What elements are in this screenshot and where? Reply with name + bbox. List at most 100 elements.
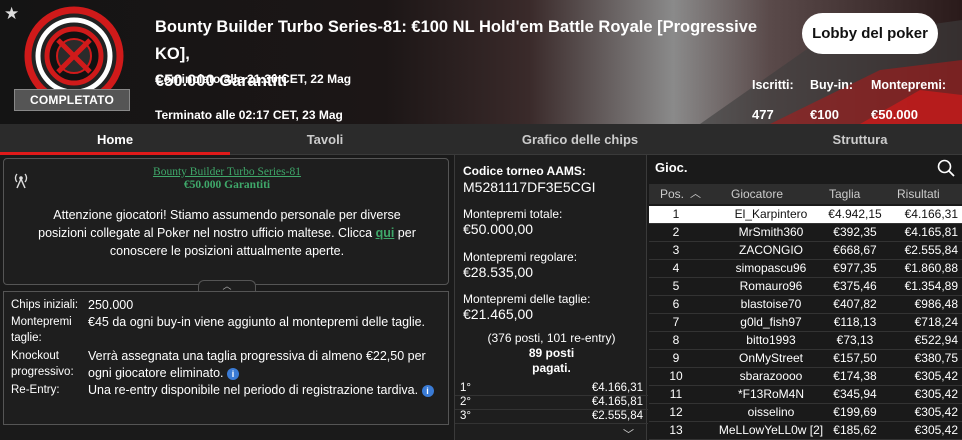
table-row[interactable]: 2 MrSmith360 €392,35 €4.165,81 bbox=[649, 224, 962, 242]
tournament-details: Chips iniziali: 250.000 Montepremi tagli… bbox=[3, 291, 449, 425]
player-result: €380,75 bbox=[914, 351, 958, 365]
regular-prize-label: Montepremi regolare: bbox=[463, 250, 578, 264]
player-bounty: €199,69 bbox=[833, 405, 877, 419]
table-row[interactable]: 4 simopascu96 €977,35 €1.860,88 bbox=[649, 260, 962, 278]
search-icon[interactable] bbox=[937, 159, 955, 177]
player-bounty: €73,13 bbox=[836, 333, 874, 347]
summary-line-2: 89 posti bbox=[528, 346, 575, 360]
aams-code-label: Codice torneo AAMS: bbox=[463, 164, 586, 178]
payout-place: 1° bbox=[460, 382, 471, 394]
table-row[interactable]: 3 ZACONGIO €668,67 €2.555,84 bbox=[649, 242, 962, 260]
tab-structure[interactable]: Struttura bbox=[760, 124, 960, 155]
table-row[interactable]: 13 MeLLowYeLL0w [2] €185,62 €305,42 bbox=[649, 422, 962, 440]
payout-row: 2° €4.165,81 bbox=[455, 396, 648, 410]
player-bounty: €345,94 bbox=[833, 387, 877, 401]
message-text-1: Attenzione giocatori! Stiamo assumendo p… bbox=[38, 208, 401, 240]
player-result: €522,94 bbox=[914, 333, 958, 347]
table-row[interactable]: 7 g0ld_fish97 €118,13 €718,24 bbox=[649, 314, 962, 332]
player-bounty: €185,62 bbox=[833, 423, 877, 437]
ko-info-icon[interactable]: i bbox=[226, 367, 239, 380]
payout-row: 3° €2.555,84 bbox=[455, 410, 648, 424]
tab-home[interactable]: Home bbox=[0, 124, 230, 155]
col-player[interactable]: Giocatore bbox=[731, 187, 783, 201]
table-row[interactable]: 12 oisselino €199,69 €305,42 bbox=[649, 404, 962, 422]
payout-row: 1° €4.166,31 bbox=[455, 382, 648, 396]
entrants-label: Iscritti: bbox=[752, 78, 794, 92]
tournament-header: ★ COMPLETATO Bounty Builder Turbo Series… bbox=[0, 0, 962, 124]
reentry-value: Una re-entry disponibile nel periodo di … bbox=[88, 382, 443, 399]
buyin-label: Buy-in: bbox=[810, 78, 854, 92]
table-row[interactable]: 11 *F13RoM4N €345,94 €305,42 bbox=[649, 386, 962, 404]
player-bounty: €668,67 bbox=[833, 243, 877, 257]
tab-chip-graph[interactable]: Grafico delle chips bbox=[480, 124, 680, 155]
col-position[interactable]: Pos. bbox=[660, 187, 684, 201]
payout-place: 2° bbox=[460, 396, 471, 408]
table-row[interactable]: 8 bitto1993 €73,13 €522,94 bbox=[649, 332, 962, 350]
payout-amount: €2.555,84 bbox=[591, 410, 643, 422]
aams-code-value: M5281117DF3E5CGI bbox=[463, 179, 596, 195]
announcement-box: Bounty Builder Turbo Series-81 €50.000 G… bbox=[3, 158, 450, 292]
scroll-down-chevron-icon[interactable]: ﹀ bbox=[623, 426, 634, 440]
payout-place: 3° bbox=[460, 410, 471, 422]
player-result: €305,42 bbox=[914, 423, 958, 437]
reentry-label: Re-Entry: bbox=[11, 384, 60, 396]
regular-prize-value: €28.535,00 bbox=[463, 264, 534, 280]
payout-summary: (376 posti, 101 re-entry) 89 posti pagat… bbox=[455, 331, 648, 376]
reentry-text: Una re-entry disponibile nel periodo di … bbox=[88, 383, 419, 397]
player-result: €986,48 bbox=[914, 297, 958, 311]
table-row[interactable]: 9 OnMyStreet €157,50 €380,75 bbox=[649, 350, 962, 368]
info-guarantee: €50.000 Garantiti bbox=[183, 179, 271, 191]
table-row[interactable]: 1 El_Karpintero €4.942,15 €4.166,31 bbox=[649, 206, 962, 224]
total-prize-value: €50.000,00 bbox=[463, 221, 534, 237]
player-bounty: €118,13 bbox=[833, 315, 877, 329]
title-line-1: Bounty Builder Turbo Series-81: €100 NL … bbox=[155, 18, 758, 63]
player-bounty: €375,46 bbox=[833, 279, 877, 293]
progressive-ko-value: Verrà assegnata una taglia progressiva d… bbox=[88, 348, 443, 382]
announcement-message: Attenzione giocatori! Stiamo assumendo p… bbox=[34, 206, 420, 260]
summary-line-3: pagati. bbox=[532, 361, 571, 375]
table-row[interactable]: 6 blastoise70 €407,82 €986,48 bbox=[649, 296, 962, 314]
total-prize-label: Montepremi totale: bbox=[463, 207, 563, 221]
sort-chevron-up-icon[interactable]: ︿ bbox=[690, 185, 701, 201]
players-table-header: Pos. ︿ Giocatore Taglia Risultati bbox=[649, 184, 962, 204]
player-bounty: €4.942,15 bbox=[828, 207, 882, 221]
prize-info-panel: Codice torneo AAMS: M5281117DF3E5CGI Mon… bbox=[454, 155, 648, 440]
player-result: €305,42 bbox=[914, 405, 958, 419]
entrants-value: 477 bbox=[752, 107, 774, 122]
info-tournament-name[interactable]: Bounty Builder Turbo Series-81 bbox=[4, 166, 450, 178]
buyin-value: €100 bbox=[810, 107, 839, 122]
chips-label: Chips iniziali: bbox=[11, 299, 79, 311]
bounty-pool-value: €45 da ogni buy-in viene aggiunto al mon… bbox=[88, 315, 426, 329]
bounty-pool-label: Montepremi taglie: bbox=[11, 316, 72, 344]
bounty-prize-label: Montepremi delle taglie: bbox=[463, 292, 591, 306]
tab-tables[interactable]: Tavoli bbox=[230, 124, 420, 155]
col-bounty[interactable]: Taglia bbox=[829, 187, 860, 201]
reentry-info-icon[interactable]: i bbox=[421, 384, 434, 397]
favorite-star-icon[interactable]: ★ bbox=[4, 4, 19, 24]
player-bounty: €392,35 bbox=[833, 225, 877, 239]
status-badge: COMPLETATO bbox=[14, 89, 130, 111]
summary-line-1: (376 posti, 101 re-entry) bbox=[487, 331, 616, 345]
progressive-ko-label: Knockout progressivo: bbox=[11, 350, 74, 378]
player-result: €305,42 bbox=[914, 387, 958, 401]
player-bounty: €157,50 bbox=[833, 351, 877, 365]
chips-value: 250.000 bbox=[88, 298, 134, 312]
table-row[interactable]: 10 sbarazoooo €174,38 €305,42 bbox=[649, 368, 962, 386]
player-result: €305,42 bbox=[914, 369, 958, 383]
player-bounty: €407,82 bbox=[833, 297, 877, 311]
end-time: Terminato alle 02:17 CET, 23 Mag bbox=[155, 108, 343, 122]
tab-bar: Home Tavoli Grafico delle chips Struttur… bbox=[0, 124, 962, 155]
players-title: Gioc. bbox=[655, 160, 688, 175]
progressive-ko-text: Verrà assegnata una taglia progressiva d… bbox=[88, 349, 426, 380]
bounty-prize-value: €21.465,00 bbox=[463, 306, 534, 322]
table-row[interactable]: 5 Romauro96 €375,46 €1.354,89 bbox=[649, 278, 962, 296]
player-result: €1.860,88 bbox=[904, 261, 958, 275]
careers-link[interactable]: qui bbox=[376, 226, 395, 240]
poker-lobby-button[interactable]: Lobby del poker bbox=[802, 13, 938, 54]
players-panel: Gioc. Pos. ︿ Giocatore Taglia Risultati … bbox=[649, 155, 962, 440]
start-time: Cominciato alle 21:30 CET, 22 Mag bbox=[155, 72, 352, 86]
player-result: €718,24 bbox=[914, 315, 958, 329]
col-results[interactable]: Risultati bbox=[897, 187, 940, 201]
player-bounty: €174,38 bbox=[833, 369, 877, 383]
player-result: €2.555,84 bbox=[904, 243, 958, 257]
